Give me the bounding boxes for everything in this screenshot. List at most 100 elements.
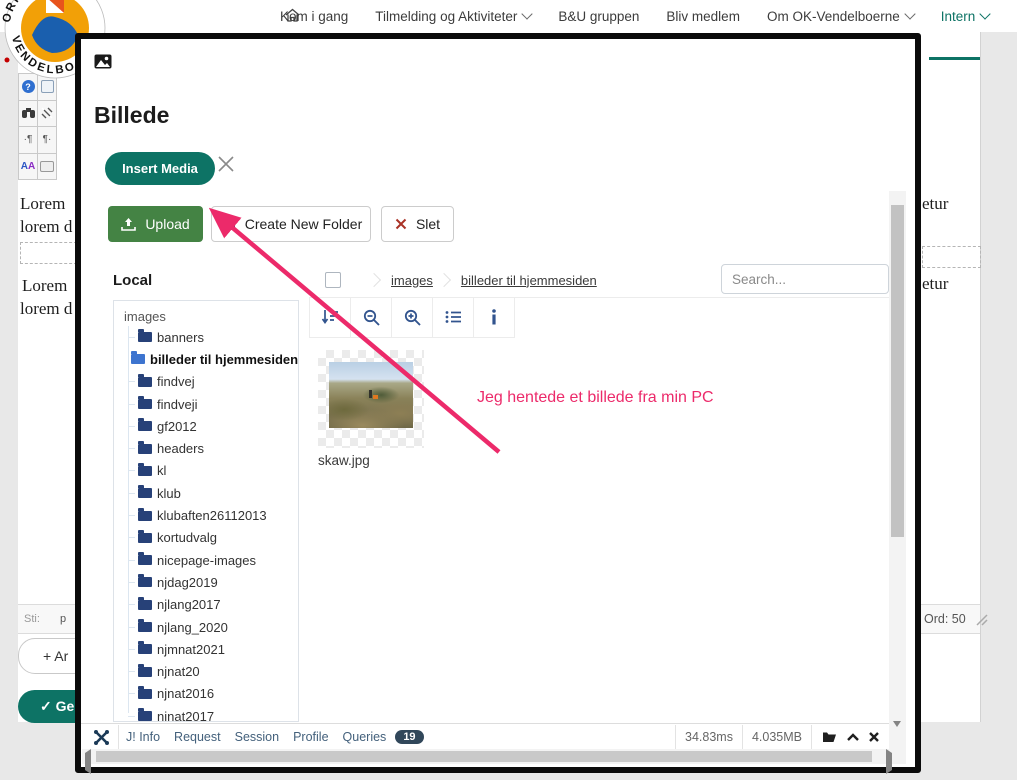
folder-row[interactable]: njlang2017 (128, 594, 298, 616)
resize-grip-icon[interactable] (975, 613, 988, 626)
tree-connector (128, 627, 135, 628)
create-folder-button[interactable]: Create New Folder (211, 206, 371, 242)
tree-connector (128, 515, 135, 516)
debug-tab[interactable]: Request (174, 730, 221, 744)
folder-name: njnat2016 (157, 686, 214, 701)
folder-name: klubaften26112013 (157, 508, 267, 523)
paragraph-ltr-button[interactable]: ·¶ (19, 127, 38, 154)
nav-item[interactable]: B&U gruppen (558, 9, 639, 24)
debug-folder-icon[interactable] (822, 731, 837, 743)
upload-label: Upload (145, 216, 189, 232)
tree-connector (128, 604, 135, 605)
folder-row[interactable]: findvej (128, 371, 298, 393)
debug-separator (811, 725, 812, 750)
folder-icon (138, 466, 152, 476)
folder-row[interactable]: billeder til hjemmesiden (128, 348, 298, 370)
element-path[interactable]: p (60, 613, 66, 625)
find-button[interactable] (19, 101, 38, 128)
media-thumbnail-skaw[interactable] (318, 350, 424, 448)
folder-name: kortudvalg (157, 530, 217, 545)
folder-name: njdag2019 (157, 575, 218, 590)
sort-button[interactable] (309, 297, 351, 337)
debug-tab[interactable]: J! Info (126, 730, 160, 744)
chevron-down-icon (980, 8, 991, 19)
folder-row[interactable]: njdag2019 (128, 571, 298, 593)
info-icon (491, 309, 497, 325)
unlink-button[interactable] (38, 101, 57, 128)
folder-row[interactable]: njnat2016 (128, 683, 298, 705)
folder-row[interactable]: nicepage-images (128, 549, 298, 571)
folder-icon (138, 488, 152, 498)
paragraph-ltr-icon: ·¶ (24, 134, 33, 145)
unlink-icon (41, 107, 53, 119)
font-color-button[interactable]: AA (19, 154, 38, 181)
folder-name: billeder til hjemmesiden (150, 352, 298, 367)
joomla-logo-icon (93, 729, 110, 746)
nav-item[interactable]: Bliv medlem (666, 9, 740, 24)
tree-connector (128, 560, 135, 561)
debug-tab[interactable]: Profile (293, 730, 328, 744)
folder-icon (131, 354, 145, 364)
joomla-debug-bar: J! InfoRequestSessionProfileQueries 19 3… (81, 723, 889, 750)
nav-item[interactable]: Tilmelding og Aktiviteter (375, 9, 531, 24)
zoom-out-button[interactable] (351, 297, 392, 337)
folder-row[interactable]: findveji (128, 393, 298, 415)
local-heading: Local (113, 272, 152, 289)
folder-row[interactable]: njlang_2020 (128, 616, 298, 638)
chevron-down-icon (904, 8, 915, 19)
close-icon[interactable] (217, 155, 235, 173)
nav-item[interactable]: Intern (941, 9, 990, 24)
tree-connector (128, 426, 135, 427)
insert-media-button[interactable]: Insert Media (105, 152, 215, 185)
folder-row[interactable]: kl (128, 460, 298, 482)
nav-item[interactable]: Om OK-Vendelboerne (767, 9, 914, 24)
nav-item-label: B&U gruppen (558, 9, 639, 24)
debug-close-icon[interactable] (869, 732, 879, 742)
breadcrumb-link[interactable]: billeder til hjemmesiden (433, 273, 597, 288)
paragraph-rtl-button[interactable]: ¶· (38, 127, 57, 154)
folder-name: headers (157, 441, 204, 456)
scroll-right-button[interactable] (886, 753, 892, 771)
folder-row[interactable]: kortudvalg (128, 527, 298, 549)
lorem-paragraph-2: Loremlorem d (22, 274, 72, 320)
editor-toolbar: ? ·¶ ¶· AA (18, 73, 57, 180)
folder-row[interactable]: klub (128, 482, 298, 504)
folder-icon (138, 600, 152, 610)
editor-misc-button[interactable] (38, 154, 57, 181)
folder-name: banners (157, 330, 204, 345)
upload-button[interactable]: Upload (108, 206, 203, 242)
tree-connector (128, 537, 135, 538)
main-navigation: Kom i gang Tilmelding og Aktiviteter B&U… (280, 0, 989, 32)
vertical-scrollbar[interactable] (889, 191, 906, 749)
folder-row[interactable]: banners (128, 326, 298, 348)
debug-memory: 4.035MB (752, 730, 802, 744)
debug-collapse-icon[interactable] (847, 733, 859, 741)
folder-row[interactable]: gf2012 (128, 415, 298, 437)
scroll-left-button[interactable] (85, 753, 91, 771)
folder-name: njlang_2020 (157, 620, 228, 635)
folder-row[interactable]: headers (128, 437, 298, 459)
zoom-in-button[interactable] (392, 297, 433, 337)
horizontal-scrollbar[interactable] (82, 749, 906, 764)
list-view-button[interactable] (433, 297, 474, 337)
folder-row[interactable]: njnat2017 (128, 705, 298, 722)
new-article-label: + Ar (43, 648, 68, 664)
nav-item-label: Tilmelding og Aktiviteter (375, 9, 517, 24)
vertical-scroll-thumb[interactable] (891, 205, 904, 537)
horizontal-scroll-thumb[interactable] (96, 751, 872, 762)
tree-root-images[interactable]: images (114, 301, 298, 326)
keyboard-icon (40, 161, 54, 172)
folder-row[interactable]: njnat20 (128, 660, 298, 682)
debug-tab[interactable]: Session (235, 730, 279, 744)
scroll-down-button[interactable] (893, 727, 901, 745)
debug-tab[interactable]: Queries (343, 730, 387, 744)
breadcrumb-link[interactable]: images (363, 273, 433, 288)
nav-item[interactable]: Kom i gang (280, 9, 348, 24)
info-button[interactable] (474, 297, 515, 337)
create-folder-label: Create New Folder (245, 216, 363, 232)
folder-row[interactable]: klubaften26112013 (128, 504, 298, 526)
select-all-checkbox[interactable] (325, 272, 341, 288)
delete-button[interactable]: Slet (381, 206, 454, 242)
folder-row[interactable]: njmnat2021 (128, 638, 298, 660)
folder-icon (138, 667, 152, 677)
